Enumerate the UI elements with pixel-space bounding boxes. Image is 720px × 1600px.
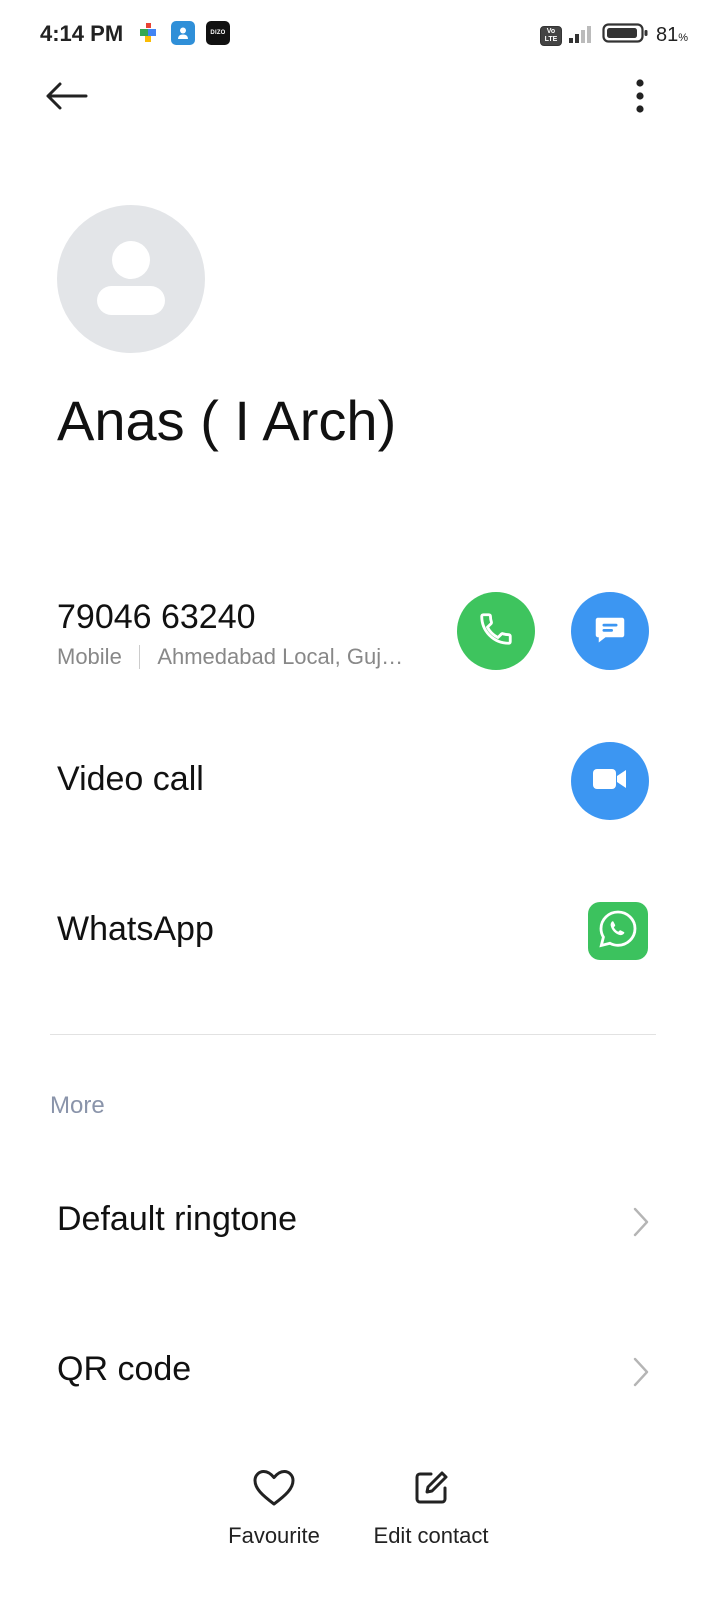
chevron-right-icon bbox=[632, 1206, 650, 1238]
status-bar: 4:14 PM DIZO Vo LTE 81% bbox=[0, 0, 720, 68]
contact-avatar[interactable] bbox=[57, 205, 205, 353]
whatsapp-icon bbox=[596, 907, 640, 956]
call-button[interactable] bbox=[457, 592, 535, 670]
favourite-button[interactable]: Favourite bbox=[214, 1468, 334, 1549]
heart-icon bbox=[252, 1468, 296, 1513]
meta-divider bbox=[138, 645, 141, 669]
arrow-left-icon bbox=[44, 81, 88, 116]
battery-percentage: 81% bbox=[655, 24, 688, 46]
top-app-bar bbox=[0, 68, 720, 128]
signal-icon bbox=[568, 23, 596, 48]
chat-bubble-icon bbox=[592, 611, 628, 652]
battery-icon bbox=[602, 22, 650, 49]
contacts-app-icon bbox=[171, 21, 195, 45]
video-call-label: Video call bbox=[57, 760, 204, 798]
qr-code-row[interactable]: QR code bbox=[0, 1322, 720, 1422]
edit-contact-button[interactable]: Edit contact bbox=[360, 1468, 502, 1549]
dizo-app-icon: DIZO bbox=[206, 21, 230, 45]
whatsapp-row[interactable]: WhatsApp bbox=[0, 880, 720, 980]
edit-icon bbox=[411, 1468, 451, 1513]
video-call-button[interactable] bbox=[571, 742, 649, 820]
favourite-label: Favourite bbox=[228, 1523, 320, 1548]
person-placeholder-icon bbox=[97, 241, 165, 315]
back-button[interactable] bbox=[34, 76, 98, 120]
phone-icon bbox=[477, 610, 515, 653]
volte-icon: Vo LTE bbox=[539, 25, 562, 46]
video-call-row[interactable]: Video call bbox=[0, 730, 720, 830]
status-time: 4:14 PM bbox=[40, 21, 124, 46]
default-ringtone-row[interactable]: Default ringtone bbox=[0, 1172, 720, 1272]
chevron-right-icon bbox=[632, 1356, 650, 1388]
puzzle-app-icon bbox=[136, 21, 160, 45]
default-ringtone-label: Default ringtone bbox=[57, 1200, 298, 1238]
phone-meta: Mobile Ahmedabad Local, Guj… bbox=[57, 644, 427, 670]
phone-number: 79046 63240 bbox=[57, 598, 256, 636]
edit-contact-label: Edit contact bbox=[373, 1523, 489, 1548]
phone-location: Ahmedabad Local, Guj… bbox=[157, 644, 404, 669]
message-button[interactable] bbox=[571, 592, 649, 670]
whatsapp-button[interactable] bbox=[588, 902, 648, 960]
more-options-button[interactable] bbox=[620, 76, 660, 120]
more-vertical-icon bbox=[635, 78, 645, 119]
section-divider bbox=[50, 1034, 656, 1035]
status-right-group: Vo LTE 81% bbox=[539, 22, 688, 49]
contact-name: Anas ( I Arch) bbox=[57, 389, 397, 452]
video-camera-icon bbox=[591, 764, 629, 799]
phone-number-row[interactable]: 79046 63240 Mobile Ahmedabad Local, Guj… bbox=[0, 580, 720, 690]
notification-icons: DIZO bbox=[136, 21, 230, 45]
more-section-header: More bbox=[50, 1092, 105, 1119]
whatsapp-label: WhatsApp bbox=[57, 910, 214, 948]
bottom-action-bar: Favourite Edit contact bbox=[0, 1460, 720, 1580]
qr-code-label: QR code bbox=[57, 1350, 192, 1388]
phone-type: Mobile bbox=[57, 644, 122, 669]
